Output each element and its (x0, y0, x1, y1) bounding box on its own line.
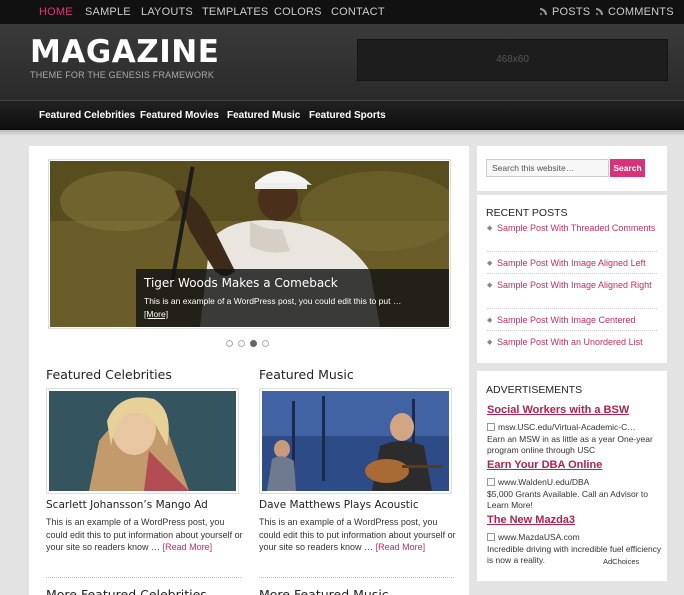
ad-title-link[interactable]: Earn Your DBA Online (487, 459, 602, 471)
recent-post-item[interactable]: ◆ Sample Post With Threaded Comments (487, 221, 657, 235)
search-button[interactable]: Search (610, 159, 645, 177)
more-celebrities-title: More Featured Celebrities (46, 587, 207, 595)
site-tagline: THEME FOR THE GENESIS FRAMEWORK (30, 70, 215, 80)
slider-caption: Tiger Woods Makes a Comeback This is an … (136, 269, 449, 327)
more-music-title: More Featured Music (259, 587, 389, 595)
site-header: MAGAZINE THEME FOR THE GENESIS FRAMEWORK… (0, 24, 684, 100)
search-input[interactable]: Search this website… (486, 159, 609, 177)
favicon-icon (487, 423, 495, 431)
cat-featured-sports[interactable]: Featured Sports (309, 101, 386, 130)
section-title-music: Featured Music (259, 367, 354, 382)
recent-post-item[interactable]: ◆ Sample Post With Image Aligned Right (487, 278, 657, 292)
adchoices-link[interactable]: AdChoices (603, 557, 639, 566)
nav-layouts[interactable]: LAYOUTS (141, 0, 193, 24)
nav-contact[interactable]: CONTACT (331, 0, 385, 24)
bullet-icon: ◆ (487, 282, 493, 289)
divider (487, 308, 657, 309)
rss-icon (540, 7, 548, 15)
slider-image[interactable]: Tiger Woods Makes a Comeback This is an … (50, 161, 449, 327)
divider (259, 577, 454, 578)
bullet-icon: ◆ (487, 225, 493, 232)
nav-colors[interactable]: COLORS (274, 0, 322, 24)
recent-post-link[interactable]: Sample Post With Threaded Comments (487, 221, 657, 235)
ad-url-text: www.MazdaUSA.com (498, 532, 580, 542)
nav-posts-feed[interactable]: POSTS (540, 0, 590, 24)
cat-featured-celebrities[interactable]: Featured Celebrities (39, 101, 135, 130)
favicon-icon (487, 533, 495, 541)
rss-icon (596, 7, 604, 15)
recent-post-item[interactable]: ◆ Sample Post With Image Centered (487, 313, 657, 327)
nav-home[interactable]: HOME (39, 0, 73, 24)
celebrity-post-excerpt: This is an example of a WordPress post, … (46, 516, 244, 554)
music-read-more-link[interactable]: [Read More] (376, 542, 426, 552)
celebrity-image (49, 391, 236, 491)
slider-dot[interactable] (238, 340, 245, 347)
recent-post-link[interactable]: Sample Post With Image Centered (487, 313, 657, 327)
ad-description: Earn an MSW in as little as a year One-y… (487, 434, 653, 455)
nav-comments-label: COMMENTS (608, 6, 674, 18)
top-nav: HOME SAMPLE LAYOUTS TEMPLATES COLORS CON… (0, 0, 684, 24)
slider-dot-active[interactable] (250, 340, 257, 347)
recent-post-link[interactable]: Sample Post With Image Aligned Left (487, 256, 657, 270)
ad-description: $5,000 Grants Available. Call an Advisor… (487, 489, 648, 510)
music-excerpt-text: This is an example of a WordPress post, … (259, 517, 456, 552)
celebrity-thumbnail[interactable] (46, 388, 239, 494)
music-photo (262, 391, 449, 491)
ad-url-text: www.WaldenU.edu/DBA (498, 477, 590, 487)
celebrity-excerpt-text: This is an example of a WordPress post, … (46, 517, 243, 552)
music-post-title[interactable]: Dave Matthews Plays Acoustic (259, 499, 419, 511)
featured-slider[interactable]: Tiger Woods Makes a Comeback This is an … (48, 159, 451, 329)
nav-shadow (0, 130, 684, 136)
music-post-excerpt: This is an example of a WordPress post, … (259, 516, 457, 554)
ad-title-link[interactable]: The New Mazda3 (487, 514, 575, 526)
divider (487, 273, 657, 274)
nav-comments-feed[interactable]: COMMENTS (596, 0, 674, 24)
cat-featured-movies[interactable]: Featured Movies (140, 101, 219, 130)
bullet-icon: ◆ (487, 260, 493, 267)
site-logo[interactable]: MAGAZINE (30, 34, 219, 70)
recent-posts-title: RECENT POSTS (486, 207, 568, 219)
slider-dot[interactable] (226, 340, 233, 347)
celebrity-post-title[interactable]: Scarlett Johansson’s Mango Ad (46, 499, 208, 511)
ad-url-text: msw.USC.edu/Virtual-Academic-C… (498, 422, 636, 432)
section-title-celebrities: Featured Celebrities (46, 367, 172, 382)
ad-title-link[interactable]: Social Workers with a BSW (487, 404, 629, 416)
ad-url[interactable]: www.MazdaUSA.com (487, 532, 580, 542)
slider-more-link[interactable]: [More] (144, 309, 168, 319)
recent-post-link[interactable]: Sample Post With Image Aligned Right (487, 278, 657, 292)
divider (487, 330, 657, 331)
nav-posts-label: POSTS (552, 6, 591, 18)
nav-sample[interactable]: SAMPLE (85, 0, 131, 24)
music-image (262, 391, 449, 491)
cat-featured-music[interactable]: Featured Music (227, 101, 300, 130)
header-ad-banner[interactable]: 468x60 (357, 39, 668, 81)
ad-url[interactable]: msw.USC.edu/Virtual-Academic-C… (487, 422, 636, 432)
slider-title[interactable]: Tiger Woods Makes a Comeback (144, 276, 338, 290)
bullet-icon: ◆ (487, 317, 493, 324)
music-thumbnail[interactable] (259, 388, 452, 494)
slider-dot[interactable] (262, 340, 269, 347)
bullet-icon: ◆ (487, 339, 493, 346)
recent-post-link[interactable]: Sample Post With an Unordered List (487, 335, 657, 349)
celebrity-read-more-link[interactable]: [Read More] (163, 542, 213, 552)
ad-url[interactable]: www.WaldenU.edu/DBA (487, 477, 589, 487)
nav-templates[interactable]: TEMPLATES (202, 0, 268, 24)
favicon-icon (487, 478, 495, 486)
divider (46, 577, 241, 578)
celebrity-photo (49, 391, 236, 491)
slider-excerpt: This is an example of a WordPress post, … (144, 296, 402, 306)
recent-post-item[interactable]: ◆ Sample Post With an Unordered List (487, 335, 657, 349)
recent-post-item[interactable]: ◆ Sample Post With Image Aligned Left (487, 256, 657, 270)
divider (487, 251, 657, 252)
category-nav: Featured Celebrities Featured Movies Fea… (0, 100, 684, 130)
advertisements-title: ADVERTISEMENTS (486, 384, 583, 396)
